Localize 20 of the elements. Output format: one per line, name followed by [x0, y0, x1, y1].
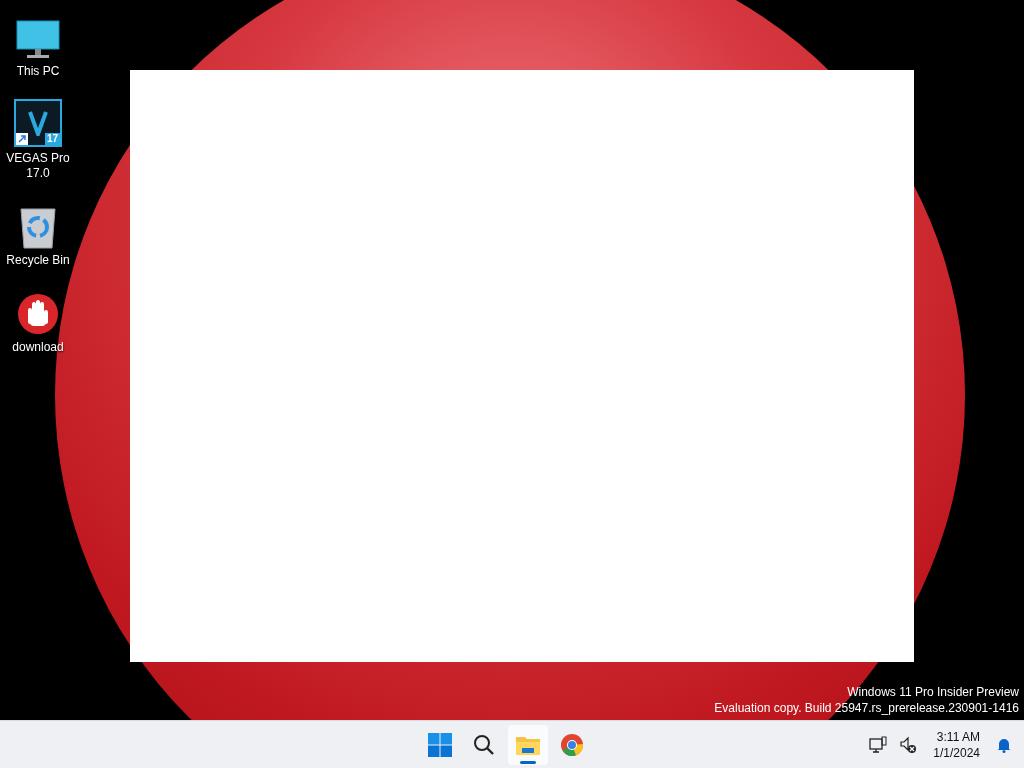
- shortcut-label: Recycle Bin: [6, 253, 70, 268]
- recycle-bin-icon: [19, 205, 57, 249]
- shortcut-arrow-icon: [16, 133, 28, 145]
- search-icon: [473, 733, 495, 756]
- network-icon: [869, 735, 888, 754]
- muted-speaker-icon: [899, 735, 918, 754]
- version-badge: 17: [44, 133, 60, 145]
- running-indicator: [520, 760, 536, 764]
- browser-logo-icon: [560, 732, 584, 757]
- shortcut-label: VEGAS Pro 17.0: [5, 151, 71, 181]
- notification-bell-icon: [996, 736, 1012, 753]
- clock[interactable]: 3:11 AM 1/1/2024: [929, 728, 984, 761]
- desktop-shortcut[interactable]: 17 VEGAS Pro 17.0: [0, 95, 76, 183]
- stop-hand-icon: [16, 292, 60, 336]
- shortcut-label: This PC: [16, 64, 60, 79]
- windows-logo-icon: [428, 732, 452, 757]
- letter-v-icon: [27, 110, 49, 136]
- desktop-shortcut[interactable]: This PC: [0, 8, 76, 81]
- monitor-icon: [16, 20, 60, 60]
- desktop-shortcut[interactable]: Recycle Bin: [0, 197, 76, 270]
